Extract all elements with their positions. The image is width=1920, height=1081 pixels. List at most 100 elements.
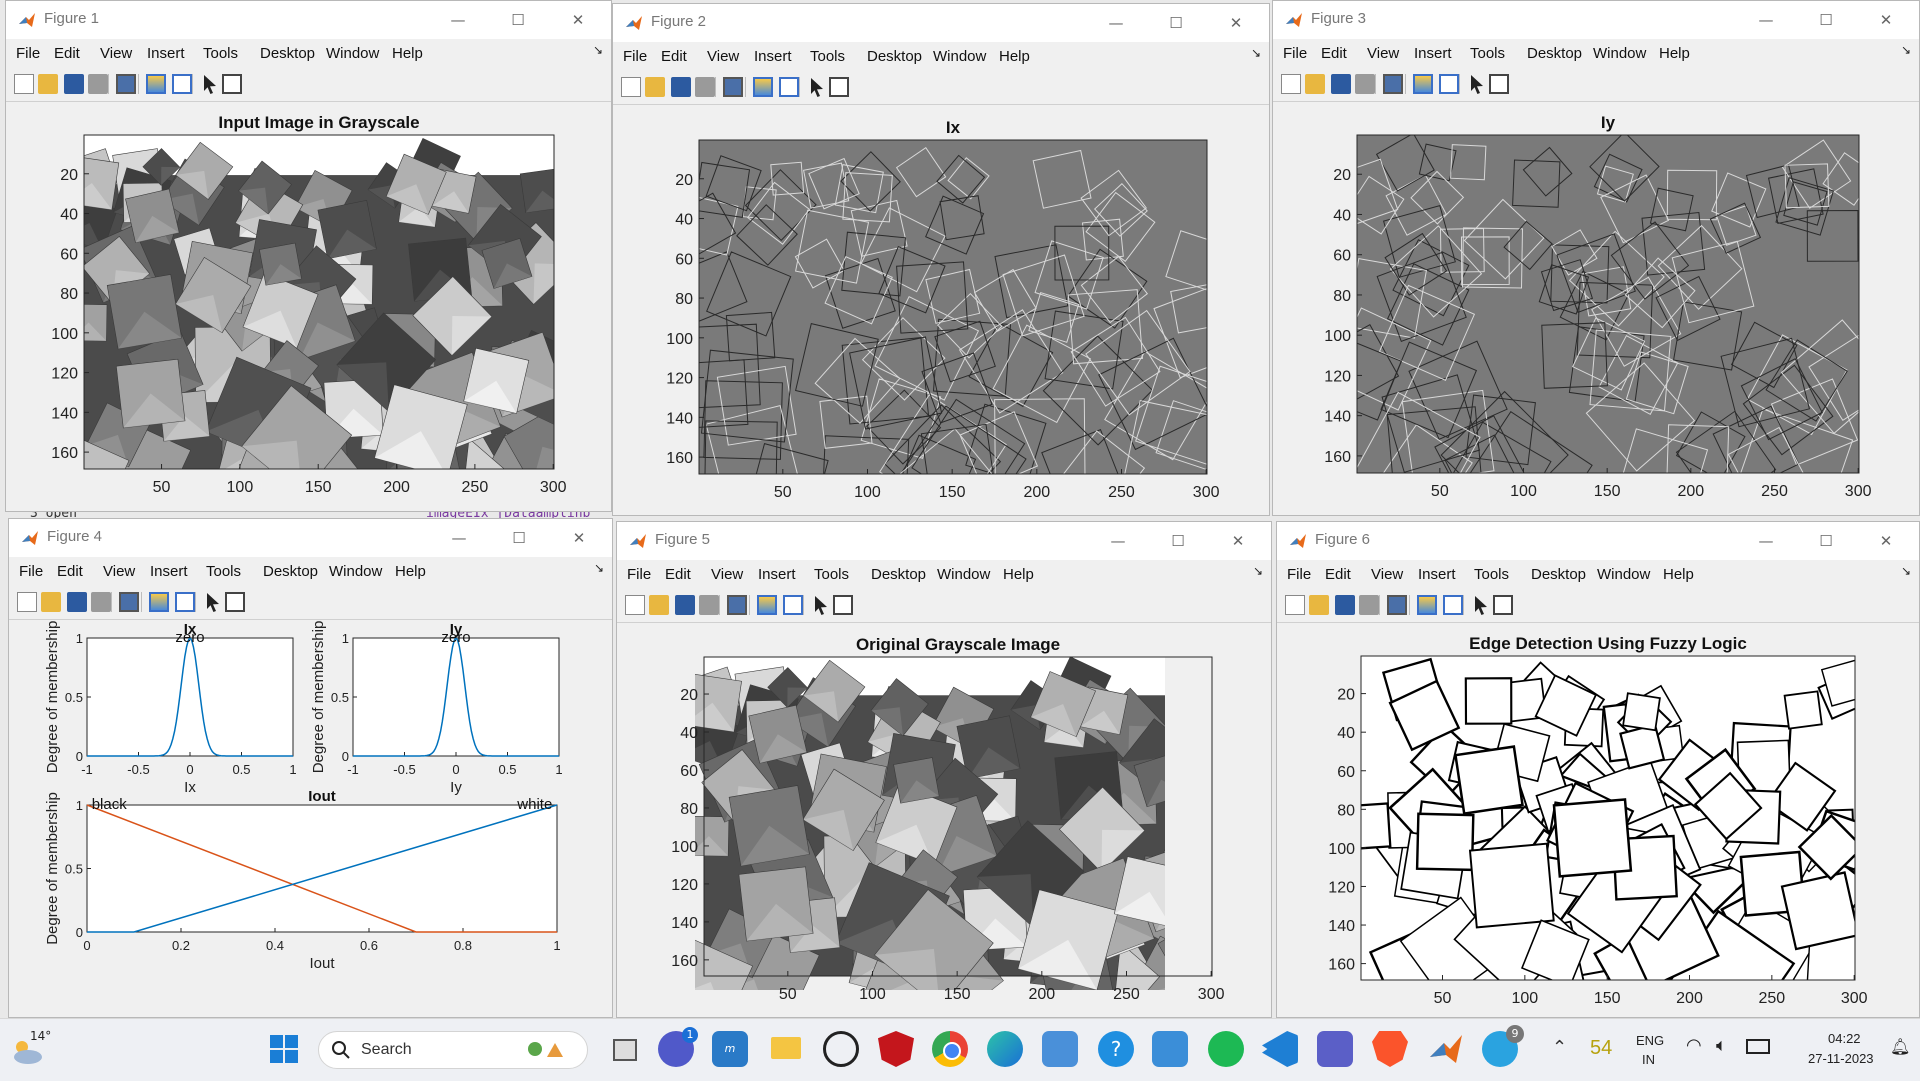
new-figure-icon[interactable] [1285, 595, 1305, 615]
menu-help[interactable]: Help [999, 48, 1030, 65]
property-editor-icon[interactable] [1493, 595, 1513, 615]
menu-view[interactable]: View [100, 45, 132, 62]
colorbar-icon[interactable] [146, 74, 166, 94]
menu-help[interactable]: Help [392, 45, 423, 62]
menu-desktop[interactable]: Desktop [871, 566, 926, 583]
menu-file[interactable]: File [16, 45, 40, 62]
print-preview-icon[interactable] [1387, 595, 1407, 615]
print-icon[interactable] [1355, 74, 1375, 94]
menu-tools[interactable]: Tools [810, 48, 845, 65]
maximize-button[interactable]: ☐ [1806, 5, 1846, 35]
pointer-icon[interactable] [1475, 596, 1487, 615]
figure-1-window[interactable]: Figure 1 — ☐ ✕ File Edit View Insert Tools De… [5, 0, 612, 512]
legend-icon[interactable] [779, 77, 799, 97]
dock-arrow-icon[interactable]: ↘ [594, 561, 604, 575]
property-editor-icon[interactable] [225, 592, 245, 612]
property-editor-icon[interactable] [833, 595, 853, 615]
menu-insert[interactable]: Insert [754, 48, 792, 65]
menu-help[interactable]: Help [1663, 566, 1694, 583]
menu-window[interactable]: Window [937, 566, 990, 583]
open-file-icon[interactable] [645, 77, 665, 97]
new-figure-icon[interactable] [1281, 74, 1301, 94]
print-icon[interactable] [1359, 595, 1379, 615]
menu-window[interactable]: Window [329, 563, 382, 580]
show-hidden-icons-chevron-icon[interactable]: ⌃ [1552, 1037, 1567, 1058]
menu-desktop[interactable]: Desktop [867, 48, 922, 65]
pointer-icon[interactable] [207, 593, 219, 612]
title-bar[interactable]: Figure 1 — ☐ ✕ [6, 1, 611, 39]
maximize-button[interactable]: ☐ [1156, 8, 1196, 38]
print-icon[interactable] [699, 595, 719, 615]
notification-counter[interactable]: 54 [1590, 1037, 1612, 1060]
colorbar-icon[interactable] [1413, 74, 1433, 94]
print-preview-icon[interactable] [116, 74, 136, 94]
taskbar-search-box[interactable]: Search [318, 1031, 588, 1069]
dock-arrow-icon[interactable]: ↘ [1901, 43, 1911, 57]
close-button[interactable]: ✕ [559, 523, 599, 553]
menu-edit[interactable]: Edit [57, 563, 83, 580]
task-view-icon[interactable] [605, 1031, 641, 1067]
figure-3-window[interactable]: Figure 3 — ☐ ✕ File Edit View Insert Tools De… [1272, 0, 1920, 516]
legend-icon[interactable] [1439, 74, 1459, 94]
menu-view[interactable]: View [1367, 45, 1399, 62]
minimize-button[interactable]: — [1098, 526, 1138, 556]
menu-window[interactable]: Window [326, 45, 379, 62]
property-editor-icon[interactable] [1489, 74, 1509, 94]
notepad-icon[interactable] [1152, 1031, 1188, 1067]
file-explorer-icon[interactable] [768, 1031, 804, 1067]
print-preview-icon[interactable] [1383, 74, 1403, 94]
chrome-icon[interactable] [932, 1031, 968, 1067]
print-preview-icon[interactable] [119, 592, 139, 612]
open-file-icon[interactable] [38, 74, 58, 94]
menu-file[interactable]: File [623, 48, 647, 65]
maximize-button[interactable]: ☐ [498, 5, 538, 35]
meet-icon[interactable]: 1 [658, 1027, 698, 1067]
print-icon[interactable] [91, 592, 111, 612]
menu-help[interactable]: Help [1003, 566, 1034, 583]
figure-2-window[interactable]: Figure 2 — ☐ ✕ File Edit View Insert Tools De… [612, 3, 1270, 516]
menu-edit[interactable]: Edit [1325, 566, 1351, 583]
menu-window[interactable]: Window [1597, 566, 1650, 583]
menu-tools[interactable]: Tools [814, 566, 849, 583]
clock-time[interactable]: 04:22 [1828, 1031, 1861, 1046]
figure-6-window[interactable]: Figure 6 — ☐ ✕ File Edit View Insert Tools De… [1276, 521, 1920, 1018]
menu-insert[interactable]: Insert [758, 566, 796, 583]
volume-icon[interactable]: 🔈︎ [1716, 1035, 1727, 1056]
menu-window[interactable]: Window [1593, 45, 1646, 62]
matlab-taskbar-icon[interactable] [1428, 1031, 1464, 1067]
new-figure-icon[interactable] [17, 592, 37, 612]
wifi-icon[interactable]: ◠ [1686, 1035, 1702, 1056]
dock-arrow-icon[interactable]: ↘ [1901, 564, 1911, 578]
new-figure-icon[interactable] [621, 77, 641, 97]
mcafee-icon[interactable] [878, 1031, 914, 1067]
title-bar[interactable]: Figure 4 — ☐ ✕ [9, 519, 612, 557]
figure-5-window[interactable]: Figure 5 — ☐ ✕ File Edit View Insert Tools De… [616, 521, 1272, 1018]
vscode-icon[interactable] [1262, 1031, 1298, 1067]
menu-desktop[interactable]: Desktop [1531, 566, 1586, 583]
close-button[interactable]: ✕ [558, 5, 598, 35]
menu-file[interactable]: File [1283, 45, 1307, 62]
minimize-button[interactable]: — [1096, 8, 1136, 38]
menu-desktop[interactable]: Desktop [260, 45, 315, 62]
mylp-icon[interactable]: m [712, 1031, 748, 1067]
colorbar-icon[interactable] [1417, 595, 1437, 615]
print-preview-icon[interactable] [723, 77, 743, 97]
dock-arrow-icon[interactable]: ↘ [1251, 46, 1261, 60]
colorbar-icon[interactable] [753, 77, 773, 97]
menu-tools[interactable]: Tools [1474, 566, 1509, 583]
language-top[interactable]: ENG [1636, 1033, 1664, 1048]
menu-window[interactable]: Window [933, 48, 986, 65]
close-button[interactable]: ✕ [1866, 5, 1906, 35]
open-file-icon[interactable] [649, 595, 669, 615]
pointer-icon[interactable] [811, 78, 823, 97]
save-icon[interactable] [1335, 595, 1355, 615]
menu-view[interactable]: View [711, 566, 743, 583]
menu-tools[interactable]: Tools [1470, 45, 1505, 62]
menu-insert[interactable]: Insert [147, 45, 185, 62]
telegram-icon[interactable]: 9 [1482, 1025, 1524, 1067]
help-icon[interactable]: ? [1098, 1031, 1134, 1067]
menu-file[interactable]: File [1287, 566, 1311, 583]
close-button[interactable]: ✕ [1216, 8, 1256, 38]
legend-icon[interactable] [172, 74, 192, 94]
new-figure-icon[interactable] [14, 74, 34, 94]
